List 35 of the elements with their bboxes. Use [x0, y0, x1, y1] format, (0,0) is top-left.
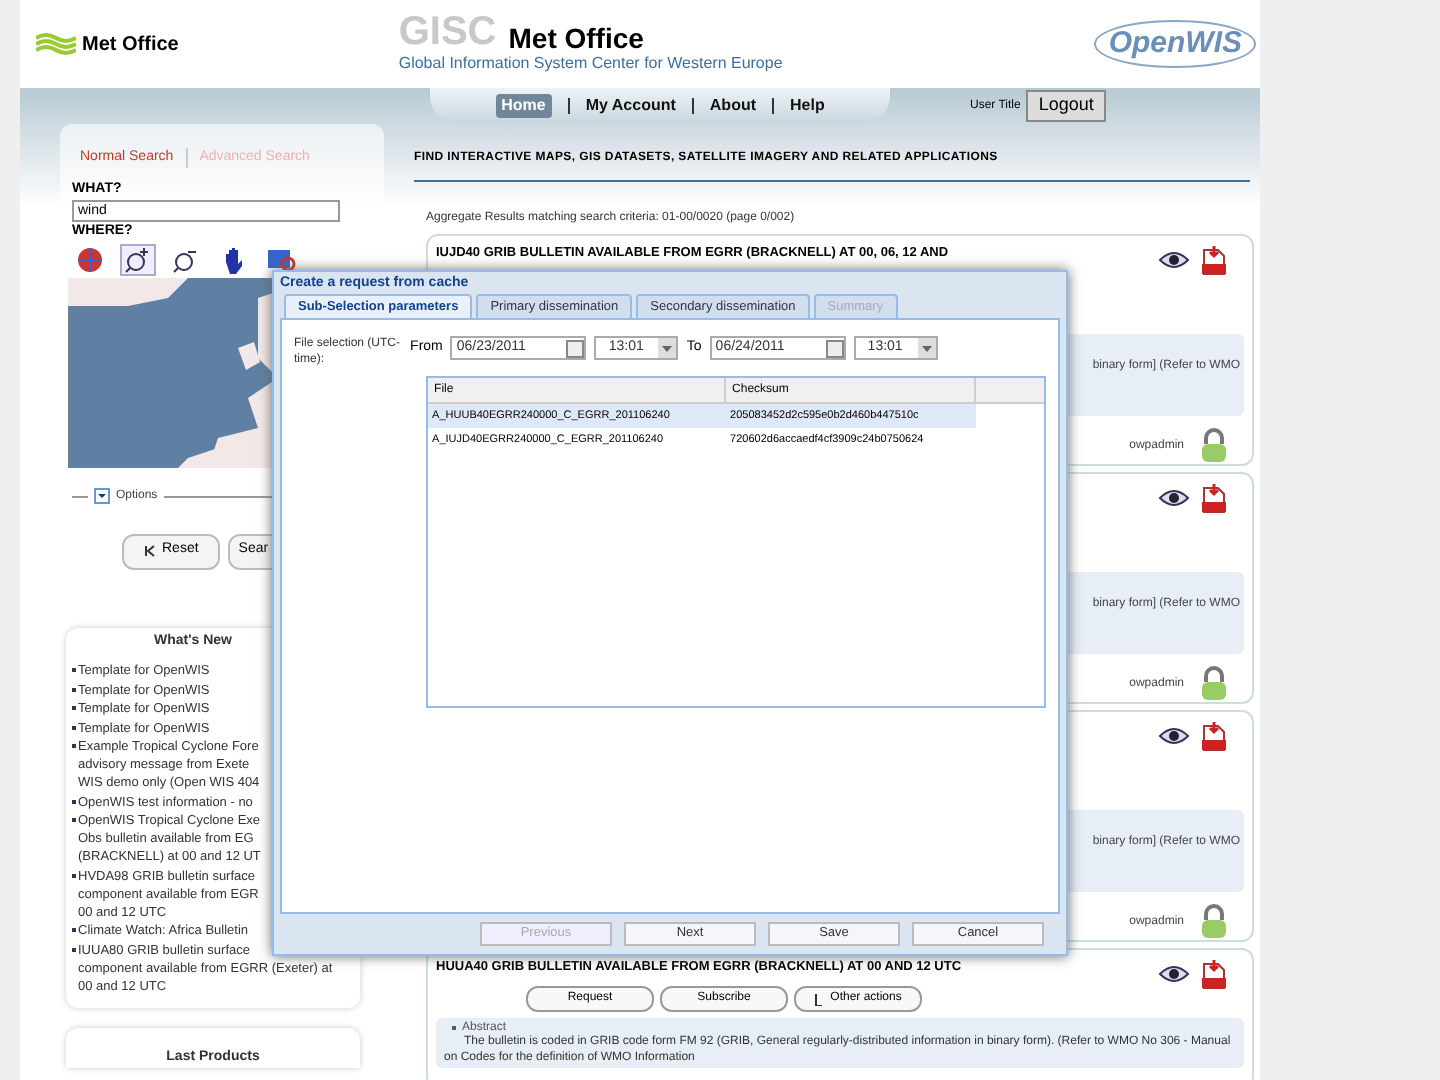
map-tool[interactable]: [72, 244, 108, 276]
caret-icon: [917, 338, 936, 358]
caret-icon: [658, 338, 677, 358]
logo-icon: [36, 32, 76, 56]
pdf-icon[interactable]: [1200, 244, 1228, 276]
eye-icon[interactable]: [1158, 488, 1190, 508]
brand-logo: OpenWIS: [1094, 19, 1256, 69]
calendar-icon: [825, 339, 844, 357]
pdf-icon[interactable]: [1200, 958, 1228, 990]
hand-icon: [222, 246, 246, 274]
eye-icon[interactable]: [1158, 964, 1190, 984]
lock-icon: [1200, 904, 1228, 940]
eye-icon[interactable]: [1158, 250, 1190, 270]
pdf-icon[interactable]: [1200, 482, 1228, 514]
map-tool[interactable]: [120, 244, 156, 276]
site-subtitle: Global Information System Center for Western Europe: [398, 52, 783, 76]
zoom-out-icon: [172, 246, 200, 274]
nav-link[interactable]: About: [709, 94, 757, 118]
eye-icon[interactable]: [1158, 726, 1190, 746]
layers-icon: [266, 246, 298, 274]
pdf-icon[interactable]: [1200, 720, 1228, 752]
collapse-icon[interactable]: [94, 488, 110, 504]
lock-icon: [1200, 428, 1228, 464]
logo-text: Met Office: [82, 31, 179, 59]
reset-icon: [144, 544, 156, 558]
nav-link[interactable]: Home: [495, 94, 552, 118]
nav-link[interactable]: My Account: [585, 94, 676, 118]
logout-button[interactable]: Logout: [1026, 90, 1106, 122]
globe-icon: [74, 246, 106, 274]
calendar-icon: [566, 339, 585, 357]
zoom-in-icon: [124, 246, 152, 274]
site-title: Met Office: [508, 24, 644, 52]
lock-icon: [1200, 666, 1228, 702]
map-tool[interactable]: [264, 244, 300, 276]
nav-link[interactable]: Help: [790, 94, 825, 118]
